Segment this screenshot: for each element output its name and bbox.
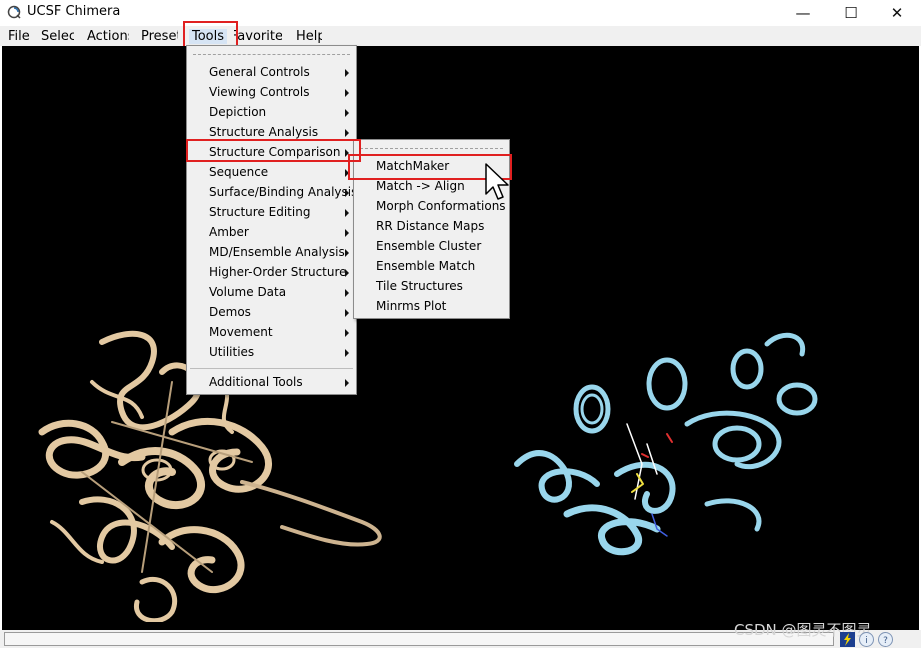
submenu-arrow-icon — [345, 209, 349, 217]
menu-item-higher-order-structure[interactable]: Higher-Order Structure — [187, 263, 356, 283]
submenu-arrow-icon — [345, 109, 349, 117]
submenu-arrow-icon — [345, 129, 349, 137]
tearoff-line[interactable] — [360, 148, 503, 149]
minimize-button[interactable]: — — [781, 0, 825, 26]
menu-item-label: Volume Data — [209, 285, 287, 299]
submenu-arrow-icon — [345, 229, 349, 237]
menu-item-sequence[interactable]: Sequence — [187, 163, 356, 183]
maximize-button[interactable]: ☐ — [829, 0, 873, 26]
submenu-arrow-icon — [345, 289, 349, 297]
menu-item-label: Amber — [209, 225, 249, 239]
submenu-arrow-icon — [345, 89, 349, 97]
menu-item-ensemble-cluster[interactable]: Ensemble Cluster — [354, 237, 509, 257]
menu-separator — [190, 368, 353, 369]
mouse-cursor-icon — [485, 163, 509, 200]
submenu-arrow-icon — [345, 309, 349, 317]
menu-help[interactable]: Help — [296, 29, 322, 44]
menu-item-label: Demos — [209, 305, 251, 319]
close-button[interactable]: ✕ — [875, 0, 919, 26]
menu-item-tile-structures[interactable]: Tile Structures — [354, 277, 509, 297]
close-icon: ✕ — [890, 4, 904, 22]
menu-actions[interactable]: Actions — [87, 29, 129, 44]
submenu-arrow-icon — [345, 249, 349, 257]
maximize-icon: ☐ — [844, 4, 858, 22]
menu-item-minrms-plot[interactable]: Minrms Plot — [354, 297, 509, 317]
graphics-viewport[interactable] — [2, 46, 919, 630]
menu-item-label: Structure Editing — [209, 205, 311, 219]
title-bar: UCSF Chimera — ☐ ✕ — [0, 0, 921, 26]
menu-item-label: Viewing Controls — [209, 85, 310, 99]
menu-item-label: Additional Tools — [209, 375, 303, 389]
menu-bar: File Select Actions Presets Tools Favori… — [0, 26, 921, 46]
menu-item-ensemble-match[interactable]: Ensemble Match — [354, 257, 509, 277]
menu-item-viewing-controls[interactable]: Viewing Controls — [187, 83, 356, 103]
structure-comparison-highlight-box — [186, 139, 361, 162]
menu-item-additional-tools[interactable]: Additional Tools — [187, 373, 356, 393]
status-message-field — [4, 632, 834, 646]
menu-item-demos[interactable]: Demos — [187, 303, 356, 323]
chimera-app-icon — [7, 5, 21, 19]
menu-item-label: RR Distance Maps — [376, 219, 485, 233]
menu-item-label: MD/Ensemble Analysis — [209, 245, 345, 259]
menu-item-label: Match -> Align — [376, 179, 465, 193]
menu-item-label: Minrms Plot — [376, 299, 447, 313]
menu-item-md-ensemble-analysis[interactable]: MD/Ensemble Analysis — [187, 243, 356, 263]
minimize-icon: — — [795, 4, 811, 22]
submenu-arrow-icon — [345, 379, 349, 387]
menu-presets[interactable]: Presets — [141, 29, 178, 44]
reply-log-icon[interactable]: i — [859, 632, 874, 647]
blue-protein-model[interactable] — [507, 324, 837, 564]
menu-item-label: Ensemble Match — [376, 259, 476, 273]
submenu-arrow-icon — [345, 189, 349, 197]
menu-file[interactable]: File — [8, 29, 34, 44]
command-line-icon[interactable] — [840, 632, 855, 647]
menu-item-surface-binding-analysis[interactable]: Surface/Binding Analysis — [187, 183, 358, 203]
menu-item-label: Sequence — [209, 165, 269, 179]
tools-menu: General Controls Viewing Controls Depict… — [186, 45, 357, 395]
menu-item-label: Surface/Binding Analysis — [209, 185, 358, 199]
submenu-arrow-icon — [345, 349, 349, 357]
menu-item-label: General Controls — [209, 65, 310, 79]
menu-item-volume-data[interactable]: Volume Data — [187, 283, 356, 303]
menu-item-general-controls[interactable]: General Controls — [187, 63, 356, 83]
menu-item-depiction[interactable]: Depiction — [187, 103, 356, 123]
menu-select[interactable]: Select — [41, 29, 74, 44]
menu-item-structure-editing[interactable]: Structure Editing — [187, 203, 356, 223]
menu-favorites[interactable]: Favorites — [234, 29, 282, 44]
menu-item-rr-distance-maps[interactable]: RR Distance Maps — [354, 217, 509, 237]
menu-item-label: Utilities — [209, 345, 255, 359]
menu-item-label: Movement — [209, 325, 273, 339]
menu-item-label: Depiction — [209, 105, 267, 119]
svg-text:?: ? — [883, 636, 888, 646]
menu-item-label: Tile Structures — [376, 279, 463, 293]
window-title: UCSF Chimera — [27, 4, 121, 19]
menu-item-amber[interactable]: Amber — [187, 223, 356, 243]
menu-item-label: Ensemble Cluster — [376, 239, 482, 253]
tearoff-line[interactable] — [193, 54, 350, 55]
menu-item-label: Higher-Order Structure — [209, 265, 347, 279]
submenu-arrow-icon — [345, 329, 349, 337]
submenu-arrow-icon — [345, 69, 349, 77]
menu-item-movement[interactable]: Movement — [187, 323, 356, 343]
menu-item-utilities[interactable]: Utilities — [187, 343, 356, 363]
menu-item-label: Structure Analysis — [209, 125, 319, 139]
svg-text:i: i — [865, 636, 868, 646]
submenu-arrow-icon — [345, 269, 349, 277]
help-icon[interactable]: ? — [878, 632, 893, 647]
